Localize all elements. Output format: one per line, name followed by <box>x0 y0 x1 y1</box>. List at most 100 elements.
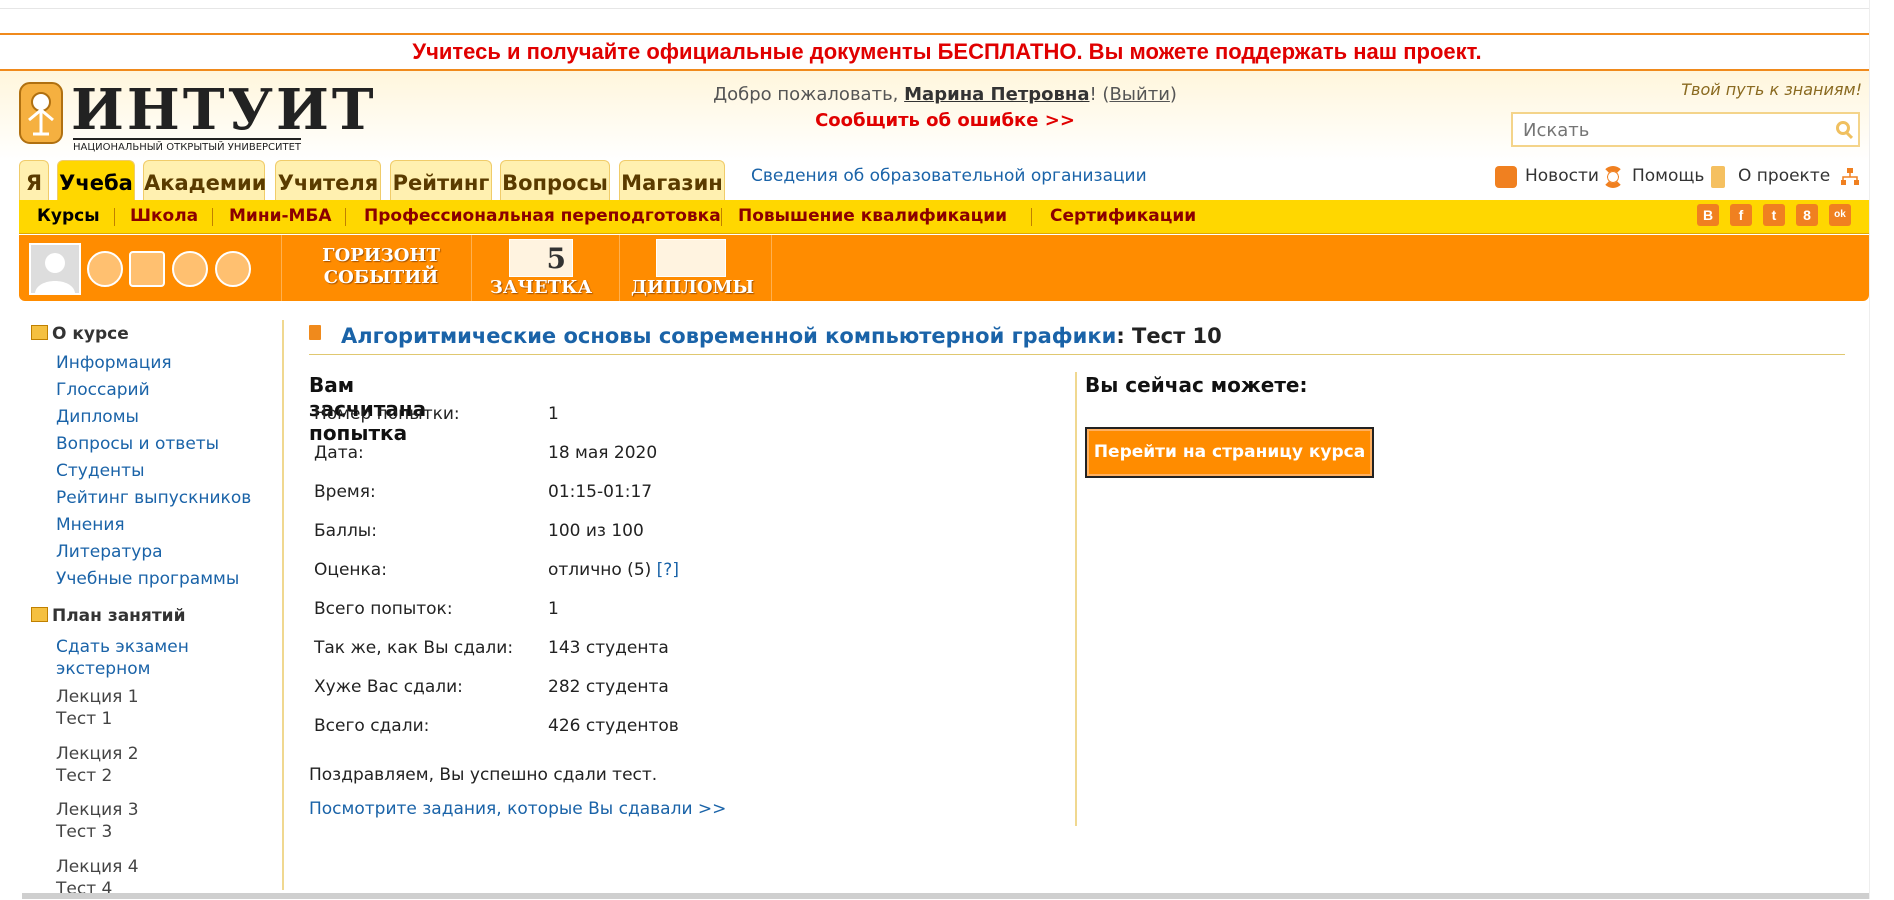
horizontal-scrollbar[interactable] <box>22 893 1870 899</box>
content-divider <box>1075 372 1077 826</box>
odnoklassniki-icon[interactable]: ok <box>1829 204 1851 226</box>
row-label: Дата: <box>314 443 364 463</box>
sidebar-lecture-3[interactable]: Лекция 3 Тест 3 <box>56 799 139 843</box>
about-link[interactable]: О проекте <box>1738 166 1830 186</box>
diploma-icon <box>656 239 726 277</box>
subnav-courses[interactable]: Курсы <box>37 206 100 226</box>
lifebuoy-icon[interactable] <box>1602 166 1624 188</box>
book-icon <box>309 325 321 340</box>
vertical-scrollbar-track[interactable] <box>1869 0 1894 899</box>
sidebar-lecture-2[interactable]: Лекция 2 Тест 2 <box>56 743 139 787</box>
test-title: : Тест 10 <box>1116 324 1222 348</box>
avatar[interactable] <box>29 243 81 295</box>
subnav-separator <box>345 208 346 226</box>
bell-icon[interactable] <box>215 251 251 287</box>
search-icon[interactable] <box>1836 121 1850 135</box>
facebook-icon[interactable]: f <box>1730 204 1752 226</box>
sitemap-icon[interactable] <box>1841 168 1859 186</box>
top-border <box>0 8 1894 9</box>
tab-teachers[interactable]: Учителя <box>275 160 381 202</box>
user-toolbar: ГОРИЗОНТ СОБЫТИЙ 5 ЗАЧЕТКА ДИПЛОМЫ <box>19 235 1869 301</box>
promo-banner[interactable]: Учитесь и получайте официальные документ… <box>0 33 1894 71</box>
subnav-certifications[interactable]: Сертификации <box>1050 206 1196 226</box>
congrats-message: Поздравляем, Вы успешно сдали тест. <box>309 765 658 785</box>
row-label: Хуже Вас сдали: <box>314 677 463 697</box>
row-value: 01:15-01:17 <box>548 482 653 502</box>
row-value: 100 из 100 <box>548 521 644 541</box>
about-icon[interactable] <box>1711 166 1725 188</box>
welcome-message: Добро пожаловать, Марина Петровна! (Выйт… <box>713 84 1177 105</box>
go-to-course-button[interactable]: Перейти на страницу курса <box>1085 427 1374 478</box>
search-input[interactable] <box>1521 114 1825 147</box>
diplomas-button[interactable]: ДИПЛОМЫ <box>631 239 755 299</box>
sidebar-item-graduates-rating[interactable]: Рейтинг выпускников <box>56 488 251 508</box>
sidebar-item-qa[interactable]: Вопросы и ответы <box>56 434 219 454</box>
sidebar-item-external-exam[interactable]: Сдать экзамен экстерном <box>56 636 189 680</box>
twitter-icon[interactable]: t <box>1763 204 1785 226</box>
sidebar-item-students[interactable]: Студенты <box>56 461 145 481</box>
sidebar-lecture-1[interactable]: Лекция 1 Тест 1 <box>56 686 139 730</box>
row-label: Номер попытки: <box>314 404 460 424</box>
folder-icon <box>31 607 48 622</box>
row-value: отлично (5) [?] <box>548 560 679 580</box>
row-value: 1 <box>548 404 559 424</box>
sidebar-plan-header[interactable]: План занятий <box>31 606 186 626</box>
subnav-qualification[interactable]: Повышение квалификации <box>738 206 1007 226</box>
subnav-mini-mba[interactable]: Мини-МБА <box>229 206 332 226</box>
help-link[interactable]: Помощь <box>1632 166 1704 186</box>
lecture-label: Лекция 1 <box>56 687 139 707</box>
sidebar-item-programs[interactable]: Учебные программы <box>56 569 239 589</box>
subnav-retraining[interactable]: Профессиональная переподготовка <box>364 206 721 226</box>
intuit-logo[interactable]: ИНТУИТ НАЦИОНАЛЬНЫЙ ОТКРЫТЫЙ УНИВЕРСИТЕТ <box>19 80 374 154</box>
subnav-school[interactable]: Школа <box>130 206 198 226</box>
sidebar-item-diplomas[interactable]: Дипломы <box>56 407 139 427</box>
page-title: Алгоритмические основы современной компь… <box>309 318 1845 355</box>
row-label: Время: <box>314 482 376 502</box>
alarm-clock-icon[interactable] <box>87 251 123 287</box>
grade-value: отлично (5) <box>548 560 652 580</box>
subnav-separator <box>1031 208 1032 226</box>
gradebook-button[interactable]: 5 ЗАЧЕТКА <box>481 239 601 299</box>
sidebar-item-info[interactable]: Информация <box>56 353 172 373</box>
org-info-link[interactable]: Сведения об образовательной организации <box>751 166 1147 186</box>
sidebar-about-header[interactable]: О курсе <box>31 324 129 344</box>
tab-academies[interactable]: Академии <box>143 160 266 202</box>
google-plus-icon[interactable]: 8 <box>1796 204 1818 226</box>
events-horizon-button[interactable]: ГОРИЗОНТ СОБЫТИЙ <box>291 245 471 289</box>
subnav-separator <box>212 208 213 226</box>
folder-icon <box>31 325 48 340</box>
tab-me[interactable]: Я <box>19 160 49 202</box>
test-label: Тест 2 <box>56 766 113 786</box>
friends-icon[interactable] <box>172 251 208 287</box>
tab-study[interactable]: Учеба <box>57 160 135 202</box>
lecture-label: Лекция 3 <box>56 800 139 820</box>
toolbar-separator <box>619 235 620 301</box>
events-line1: ГОРИЗОНТ <box>322 245 440 266</box>
sidebar-item-opinions[interactable]: Мнения <box>56 515 125 535</box>
lecture-label: Лекция 4 <box>56 857 139 877</box>
slogan: Твой путь к знаниям! <box>1681 80 1862 99</box>
subnav-separator <box>721 208 722 226</box>
sidebar-item-glossary[interactable]: Глоссарий <box>56 380 150 400</box>
sidebar-item-literature[interactable]: Литература <box>56 542 163 562</box>
diplomas-label: ДИПЛОМЫ <box>631 277 755 298</box>
tab-rating[interactable]: Рейтинг <box>390 160 492 202</box>
sidebar-divider <box>282 320 284 890</box>
sidebar-plan-label: План занятий <box>52 606 186 626</box>
view-tasks-link[interactable]: Посмотрите задания, которые Вы сдавали >… <box>309 799 726 819</box>
row-label: Баллы: <box>314 521 377 541</box>
rss-icon[interactable] <box>1495 166 1517 188</box>
lecture-label: Лекция 2 <box>56 744 139 764</box>
tab-shop[interactable]: Магазин <box>619 160 725 202</box>
test-label: Тест 1 <box>56 709 113 729</box>
user-name-link[interactable]: Марина Петровна <box>904 84 1089 105</box>
gradebook-icon: 5 <box>509 239 573 277</box>
logout-link[interactable]: Выйти <box>1109 84 1169 105</box>
vk-icon[interactable]: В <box>1697 204 1719 226</box>
grade-help-link[interactable]: [?] <box>657 560 679 580</box>
report-error-link[interactable]: Сообщить об ошибке >> <box>700 110 1190 131</box>
news-link[interactable]: Новости <box>1525 166 1599 186</box>
tab-questions[interactable]: Вопросы <box>500 160 610 202</box>
course-title-link[interactable]: Алгоритмические основы современной компь… <box>341 324 1116 348</box>
envelope-icon[interactable] <box>129 251 165 287</box>
